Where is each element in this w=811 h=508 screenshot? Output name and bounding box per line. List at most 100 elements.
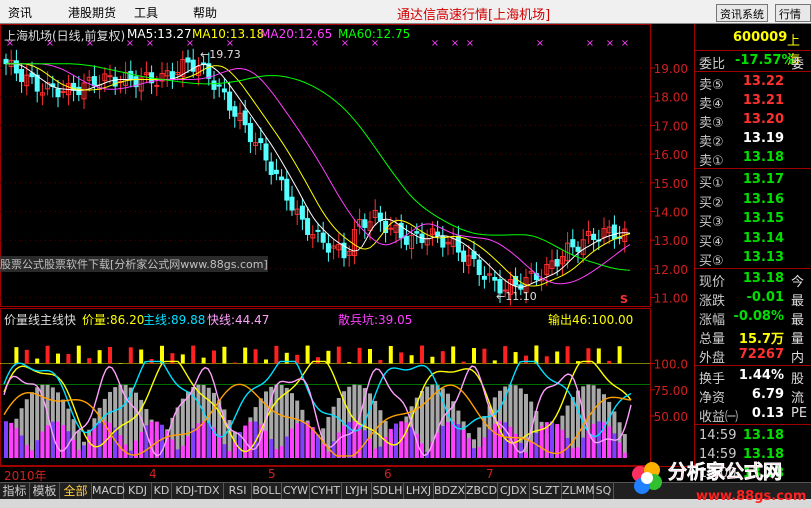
top-bar	[607, 360, 612, 364]
magenta-bar	[451, 421, 456, 458]
buy-row: 买① 13.17	[695, 171, 811, 191]
magenta-bar	[373, 448, 378, 458]
top-bar	[87, 358, 92, 364]
indicator-title: 价量线主线快	[4, 313, 77, 327]
signal-mark: ×	[621, 38, 629, 49]
quote-software-button[interactable]: 行情软件	[775, 4, 811, 37]
candle-body	[476, 259, 482, 275]
window-title: 通达信高速行情[上海机场]	[397, 8, 551, 23]
time-month-7: 7	[486, 467, 494, 481]
price-tick-label: 15.00	[654, 177, 688, 191]
price-tick-label: 13.00	[654, 234, 688, 248]
stat2-row: 换手 1.44% 股	[695, 367, 811, 387]
signal-mark: ×	[431, 38, 439, 49]
magenta-bar	[539, 426, 544, 458]
stat-row-label: 涨跌	[699, 294, 726, 309]
site-logo: 分析家公式网 www.88gs.com	[632, 460, 806, 504]
stock-code: 600009	[733, 30, 788, 45]
top-bar	[399, 352, 404, 364]
tab-kdj[interactable]: KDJ	[124, 483, 152, 500]
top-bar	[108, 346, 112, 364]
tab-rsi[interactable]: RSI	[224, 483, 252, 500]
magenta-bar	[305, 422, 310, 458]
buy-row-label: 买③	[699, 215, 724, 230]
stat-row-extra: 量	[791, 332, 805, 347]
tab-全部[interactable]: 全部	[60, 483, 92, 500]
logo-url: www.88gs.com	[696, 489, 806, 504]
webi-row: 委比 -17.57% 委	[699, 53, 805, 72]
magenta-bar	[76, 449, 81, 458]
tab-boll[interactable]: BOLL	[252, 483, 282, 500]
time-month-4: 4	[149, 467, 157, 481]
top-bar	[76, 345, 81, 364]
info-system-button[interactable]: 资讯系统	[716, 4, 768, 22]
menu-tools[interactable]: 工具	[134, 4, 158, 21]
sell-row-value: 13.18	[742, 150, 784, 165]
ma5-label: MA5:13.27	[127, 27, 192, 41]
stat2-row-label: 换手	[699, 372, 726, 387]
tab-kdj-tdx[interactable]: KDJ-TDX	[172, 483, 224, 500]
magenta-bar	[61, 424, 66, 458]
top-bar	[368, 348, 372, 364]
candle-body	[76, 86, 82, 96]
tab-zlmm[interactable]: ZLMM	[562, 483, 595, 500]
magenta-bar	[612, 433, 617, 458]
candle-body	[289, 196, 295, 211]
candle-body	[388, 227, 394, 230]
magenta-bar	[321, 443, 326, 458]
stat-row-label: 现价	[699, 275, 726, 290]
top-bar	[191, 345, 196, 364]
signal-mark: ×	[606, 38, 614, 49]
candle-body	[575, 246, 581, 252]
top-bar	[97, 350, 102, 364]
ind-tick-label: 100.0	[654, 358, 688, 372]
tab-macd[interactable]: MACD	[92, 483, 125, 500]
stat2-row: 收益㈠ 0.13 PE	[695, 405, 811, 425]
tab-zbcd[interactable]: ZBCD	[466, 483, 498, 500]
candle-body	[554, 258, 560, 267]
stat2-row-value: 1.44%	[738, 368, 784, 383]
buy-row: 买⑤ 13.13	[695, 249, 811, 269]
price-tick-label: 18.00	[654, 91, 688, 105]
tab-lyjh[interactable]: LYJH	[342, 483, 372, 500]
tab-cjdx[interactable]: CJDX	[498, 483, 530, 500]
buy-row-value: 13.15	[742, 211, 784, 226]
tab-模板[interactable]: 模板	[30, 483, 60, 500]
menu-hk-futures[interactable]: 港股期货	[68, 4, 116, 21]
tab-lhxj[interactable]: LHXJ	[404, 483, 434, 500]
stat-row-value: 15.7万	[738, 332, 784, 347]
top-bar	[316, 357, 320, 364]
logo-text: 分析家公式网	[668, 460, 782, 483]
menu-info[interactable]: 资讯	[8, 4, 32, 21]
tab-cyht[interactable]: CYHT	[310, 483, 342, 500]
magenta-bar	[581, 437, 586, 458]
tab-指标[interactable]: 指标	[0, 483, 30, 500]
stat-row-label: 总量	[699, 332, 726, 347]
tab-bdzx[interactable]: BDZX	[434, 483, 466, 500]
candle-body	[227, 91, 233, 111]
candle-body	[19, 68, 25, 83]
indicator-chart[interactable]: 100.0 75.00 50.00	[0, 308, 693, 466]
candle-body	[362, 219, 368, 228]
candle-body	[403, 235, 409, 245]
tab-cyw[interactable]: CYW	[282, 483, 310, 500]
magenta-bar	[290, 428, 294, 458]
candle-body	[320, 232, 326, 243]
tab-sq[interactable]: SQ	[594, 483, 614, 500]
top-bar	[274, 345, 279, 364]
menu-help[interactable]: 帮助	[193, 4, 217, 21]
sell-row: 卖④ 13.21	[695, 92, 811, 112]
stat-row: 涨幅 -0.08% 最	[695, 308, 811, 328]
candle-body	[55, 88, 61, 98]
tab-sdlh[interactable]: SDLH	[372, 483, 404, 500]
magenta-bar	[30, 450, 34, 458]
magenta-bar	[9, 422, 14, 458]
magenta-bar	[222, 444, 227, 458]
tab-slzt[interactable]: SLZT	[530, 483, 562, 500]
tab-kd[interactable]: KD	[152, 483, 172, 500]
candle-body	[107, 75, 113, 78]
top-bar	[56, 353, 60, 364]
stat2-row-value: 0.13	[751, 406, 784, 421]
magenta-bar	[529, 442, 534, 458]
magenta-bar	[269, 439, 274, 458]
